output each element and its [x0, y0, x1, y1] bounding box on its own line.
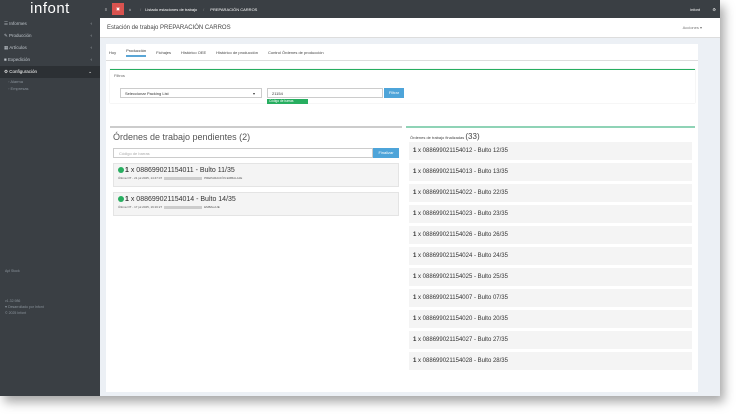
finished-order-row[interactable]: 1 x 088699021154020 - Bulto 20/35: [409, 310, 692, 328]
packing-list-select[interactable]: Seleccionar Packing List ▾: [120, 88, 262, 98]
screen-icon[interactable]: ▣: [112, 3, 124, 15]
status-dot-icon: [118, 196, 124, 202]
sidebar-item-articulos[interactable]: ▦ Artículos ‹: [0, 42, 100, 54]
sidebar-item-informes[interactable]: ☰ Informes ‹: [0, 18, 100, 30]
finish-button[interactable]: Finalizar: [373, 148, 399, 158]
sidebar-item-configuracion[interactable]: ⚙ Configuración ⌄: [0, 66, 100, 78]
page-title: Estación de trabajo PREPARACIÓN CARROS: [107, 25, 231, 31]
chevron-left-icon: ‹: [90, 57, 93, 62]
sidebar-item-expedicion[interactable]: ■ Expedición ‹: [0, 54, 100, 66]
pending-order-card[interactable]: 1 x 088699021154014 - Bulto 14/35 Última…: [113, 192, 399, 216]
finished-order-row[interactable]: 1 x 088699021154013 - Bulto 13/35: [409, 163, 692, 181]
status-dot-icon: [118, 167, 124, 173]
finished-order-row[interactable]: 1 x 088699021154024 - Bulto 24/35: [409, 247, 692, 265]
sidebar-app-name: Apl Stock: [5, 269, 20, 273]
workstation-panel: Hoy Producción Fichajes Histórico OEE Hi…: [106, 44, 698, 392]
home-icon[interactable]: ⌂: [124, 7, 136, 12]
finished-orders-title: Órdenes de trabajo finalizadas (33): [410, 132, 480, 141]
tab-historico-produccion[interactable]: Histórico de producción: [216, 50, 258, 55]
user-menu[interactable]: infont: [690, 7, 700, 12]
finished-order-row[interactable]: 1 x 088699021154026 - Bulto 26/35: [409, 226, 692, 244]
finished-orders-box: Órdenes de trabajo finalizadas (33) 1 x …: [406, 126, 695, 388]
caret-down-icon: ▾: [252, 91, 255, 96]
finished-order-row[interactable]: 1 x 088699021154027 - Bulto 27/35: [409, 331, 692, 349]
chevron-left-icon: ‹: [90, 45, 93, 50]
sidebar-footer: v1.32.986 ♥ Desarrollado por Infont © 20…: [5, 299, 44, 315]
app-window: infont ☰ Informes ‹ ✎ Producción ‹ ▦ Artíc…: [0, 0, 720, 396]
menu-toggle-icon[interactable]: ≡: [100, 7, 112, 12]
breadcrumb-current: PREPARACIÓN CARROS: [210, 6, 258, 12]
finished-order-row[interactable]: 1 x 088699021154007 - Bulto 07/35: [409, 289, 692, 307]
barcode-found-badge: Código de barras encontrado: [267, 99, 308, 108]
chevron-left-icon: ‹: [90, 21, 93, 26]
tab-historico-oee[interactable]: Histórico OEE: [181, 50, 206, 55]
tab-control-ordenes[interactable]: Control Órdenes de producción: [268, 50, 324, 55]
tab-hoy[interactable]: Hoy: [109, 50, 116, 55]
finished-order-row[interactable]: 1 x 088699021154022 - Bulto 22/35: [409, 184, 692, 202]
finished-order-row[interactable]: 1 x 088699021154023 - Bulto 23/35: [409, 205, 692, 223]
sidebar-item-produccion[interactable]: ✎ Producción ‹: [0, 30, 100, 42]
pending-order-card[interactable]: 1 x 088699021154011 - Bulto 11/35 Última…: [113, 163, 399, 187]
tab-produccion[interactable]: Producción: [126, 48, 147, 57]
finished-order-row[interactable]: 1 x 088699021154025 - Bulto 25/35: [409, 268, 692, 286]
gear-icon[interactable]: ⚙: [712, 7, 716, 12]
breadcrumb-workstations[interactable]: Listado estaciones de trabajo: [145, 7, 197, 12]
page-header: Estación de trabajo PREPARACIÓN CARROS A…: [100, 18, 720, 38]
chevron-down-icon: ⌄: [88, 69, 92, 74]
progress-bar: [164, 176, 203, 180]
tab-fichajes[interactable]: Fichajes: [156, 50, 171, 55]
sidebar: infont ☰ Informes ‹ ✎ Producción ‹ ▦ Artíc…: [0, 0, 100, 396]
filter-button[interactable]: Filtrar: [384, 88, 404, 98]
filters-label: Filtros: [114, 73, 125, 78]
finished-order-row[interactable]: 1 x 088699021154028 - Bulto 28/35: [409, 352, 692, 370]
main-content: Estación de trabajo PREPARACIÓN CARROS A…: [100, 18, 720, 396]
tab-bar: Hoy Producción Fichajes Histórico OEE Hi…: [106, 44, 698, 61]
top-navbar: ≡ ▣ ⌂ / Listado estaciones de trabajo / …: [100, 0, 720, 18]
app-logo: infont: [0, 0, 100, 18]
filters-box: Filtros Seleccionar Packing List ▾ 21154 …: [110, 69, 695, 108]
actions-dropdown[interactable]: Acciones ▾: [683, 18, 702, 38]
finished-order-row[interactable]: 1 x 088699021154012 - Bulto 12/35: [409, 142, 692, 160]
code-input[interactable]: 21154: [267, 88, 383, 98]
pending-orders-box: Órdenes de trabajo pendientes (2) Código…: [110, 126, 402, 388]
pending-orders-title: Órdenes de trabajo pendientes (2): [113, 132, 251, 142]
sidebar-subitem-alarma[interactable]: ◦ Alarma: [0, 78, 100, 85]
chevron-left-icon: ‹: [90, 33, 93, 38]
barcode-input[interactable]: Código de barras: [113, 148, 373, 158]
sidebar-subitem-empresas[interactable]: ◦ Empresas: [0, 85, 100, 92]
progress-bar: [164, 205, 203, 209]
